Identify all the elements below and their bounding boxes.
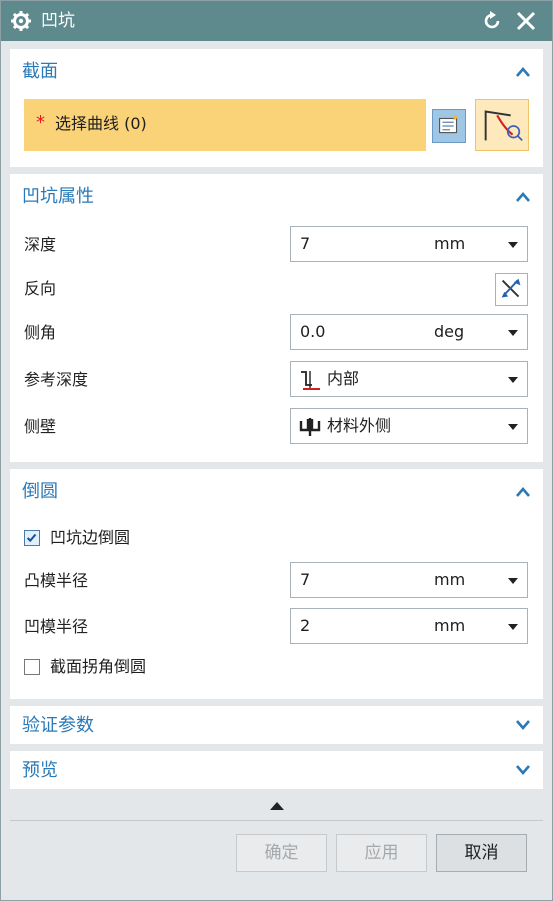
depth-unit: mm	[434, 234, 466, 253]
curve-icon	[484, 110, 523, 141]
punch-radius-field[interactable]: 7 mm	[290, 562, 528, 598]
triangle-up-icon[interactable]	[269, 801, 285, 811]
section-fillet: 倒圆 凹坑边倒圆 凸模半径 7 mm 凹模半径 2 mm 截面拐角倒圆	[10, 469, 543, 699]
checkmark-icon	[26, 533, 37, 543]
apply-button[interactable]: 应用	[336, 834, 427, 872]
depth-value[interactable]: 7	[300, 233, 310, 255]
dropdown-arrow-icon[interactable]	[508, 624, 518, 630]
edge-fillet-checkbox[interactable]	[24, 530, 40, 546]
section-verify-parameters[interactable]: 验证参数	[10, 706, 543, 744]
depth-field[interactable]: 7 mm	[290, 226, 528, 262]
corner-fillet-label[interactable]: 截面拐角倒圆	[50, 656, 146, 678]
side-angle-unit: deg	[434, 322, 465, 341]
titlebar: 凹坑	[1, 1, 552, 41]
section-header[interactable]: 截面	[10, 49, 543, 95]
section-title: 验证参数	[22, 715, 94, 736]
section-preview[interactable]: 预览	[10, 751, 543, 789]
die-radius-unit: mm	[434, 616, 466, 635]
edge-fillet-label[interactable]: 凹坑边倒圆	[50, 527, 130, 549]
chevron-down-icon[interactable]	[515, 763, 531, 777]
sketch-icon	[439, 114, 459, 134]
dropdown-arrow-icon[interactable]	[508, 578, 518, 584]
dropdown-arrow-icon[interactable]	[508, 377, 518, 383]
curve-select-button[interactable]	[475, 99, 529, 151]
reset-icon[interactable]	[481, 10, 503, 32]
ref-depth-label: 参考深度	[24, 370, 89, 389]
side-angle-label: 侧角	[24, 323, 57, 342]
cancel-button[interactable]: 取消	[436, 834, 527, 872]
footer-divider	[10, 820, 543, 821]
reverse-direction-button[interactable]	[495, 273, 528, 306]
punch-radius-unit: mm	[434, 570, 466, 589]
reverse-label: 反向	[24, 279, 57, 298]
section-title: 预览	[22, 760, 58, 781]
section-dimple-properties: 凹坑属性 深度 7 mm 反向 侧角 0.0 deg 参考深度 内部 侧壁 材料…	[10, 174, 543, 462]
ref-depth-select[interactable]: 内部	[290, 361, 528, 397]
dropdown-arrow-icon[interactable]	[508, 242, 518, 248]
depth-label: 深度	[24, 235, 57, 254]
chevron-down-icon[interactable]	[515, 718, 531, 732]
close-icon[interactable]	[515, 10, 537, 32]
required-asterisk: *	[36, 112, 45, 133]
section-header[interactable]: 凹坑属性	[10, 174, 543, 220]
dropdown-arrow-icon[interactable]	[508, 330, 518, 336]
section-header[interactable]: 倒圆	[10, 469, 543, 515]
select-curve-row[interactable]: * 选择曲线 (0)	[24, 99, 426, 151]
side-angle-value[interactable]: 0.0	[300, 321, 325, 343]
section-title: 倒圆	[22, 481, 58, 502]
ref-depth-value: 内部	[327, 369, 360, 388]
die-radius-field[interactable]: 2 mm	[290, 608, 528, 644]
side-wall-label: 侧壁	[24, 417, 57, 436]
reverse-direction-icon	[501, 278, 521, 298]
sketch-section-button[interactable]	[432, 109, 466, 143]
window-title: 凹坑	[41, 11, 75, 31]
select-curve-label: 选择曲线 (0)	[55, 114, 147, 133]
section-title: 凹坑属性	[22, 186, 94, 207]
material-outside-icon	[299, 418, 321, 436]
chevron-up-icon[interactable]	[515, 65, 531, 79]
chevron-up-icon[interactable]	[515, 485, 531, 499]
dialog: 凹坑 截面 * 选择曲线 (0) 凹坑属性 深度 7 mm 反向 侧角 0.0 …	[0, 0, 553, 901]
gear-icon	[11, 11, 31, 31]
corner-fillet-checkbox[interactable]	[24, 659, 40, 675]
inside-depth-icon	[301, 371, 320, 390]
side-angle-field[interactable]: 0.0 deg	[290, 314, 528, 350]
section-cross-section: 截面 * 选择曲线 (0)	[10, 49, 543, 167]
side-wall-select[interactable]: 材料外侧	[290, 408, 528, 444]
punch-radius-value[interactable]: 7	[300, 569, 310, 591]
dropdown-arrow-icon[interactable]	[508, 424, 518, 430]
die-radius-value[interactable]: 2	[300, 615, 310, 637]
chevron-up-icon[interactable]	[515, 190, 531, 204]
die-radius-label: 凹模半径	[24, 617, 89, 636]
punch-radius-label: 凸模半径	[24, 571, 89, 590]
side-wall-value: 材料外侧	[327, 416, 392, 435]
ok-button[interactable]: 确定	[236, 834, 327, 872]
section-title: 截面	[22, 61, 58, 82]
